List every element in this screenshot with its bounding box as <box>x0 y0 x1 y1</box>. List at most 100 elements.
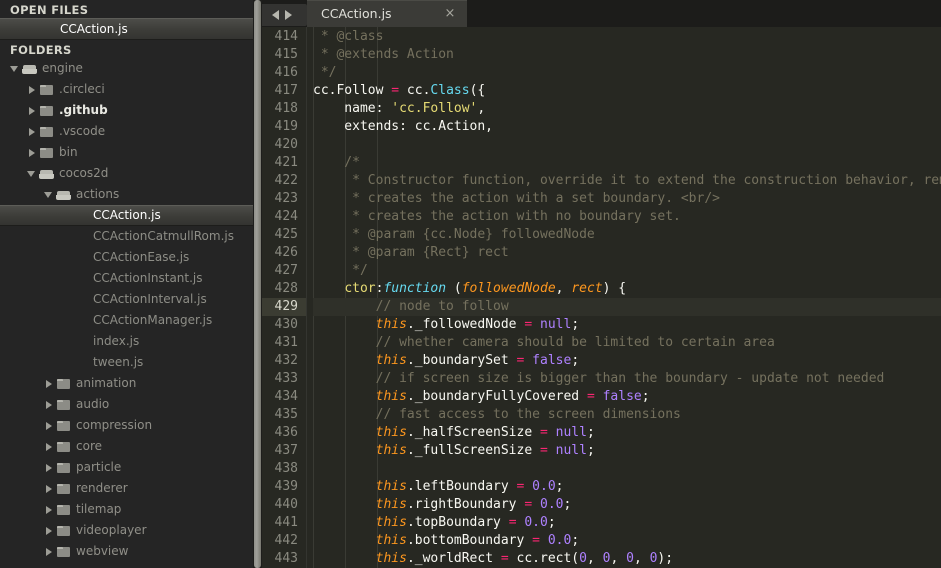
tree-file-item[interactable]: CCActionEase.js <box>0 247 253 268</box>
code-line[interactable]: this.bottomBoundary = 0.0; <box>313 532 941 550</box>
code-line[interactable]: this.topBoundary = 0.0; <box>313 514 941 532</box>
tree-folder-item[interactable]: engine <box>0 58 253 79</box>
tree-folder-item[interactable]: actions <box>0 184 253 205</box>
tree-folder-item[interactable]: .vscode <box>0 121 253 142</box>
code-line[interactable]: */ <box>313 262 941 280</box>
code-line[interactable]: this.leftBoundary = 0.0; <box>313 478 941 496</box>
tree-file-item[interactable]: CCActionInterval.js <box>0 289 253 310</box>
code-line[interactable]: // fast access to the screen dimensions <box>313 406 941 424</box>
code-line[interactable]: * creates the action with a set boundary… <box>313 190 941 208</box>
code-line[interactable]: name: 'cc.Follow', <box>313 100 941 118</box>
tree-folder-item[interactable]: cocos2d <box>0 163 253 184</box>
code-token: ({ <box>470 83 486 98</box>
folder-open-icon <box>21 63 39 75</box>
tree-indent-spacer <box>61 273 72 284</box>
chevron-right-icon[interactable] <box>44 525 55 536</box>
code-line[interactable]: this._followedNode = null; <box>313 316 941 334</box>
code-line[interactable]: * creates the action with no boundary se… <box>313 208 941 226</box>
chevron-right-icon[interactable] <box>44 462 55 473</box>
code-line[interactable]: * @class <box>313 28 941 46</box>
tree-folder-item[interactable]: core <box>0 436 253 457</box>
chevron-down-icon[interactable] <box>27 168 38 179</box>
tree-folder-item[interactable]: .github <box>0 100 253 121</box>
file-icon <box>72 315 90 327</box>
code-line[interactable]: /* <box>313 154 941 172</box>
code-line[interactable]: * @param {Rect} rect <box>313 244 941 262</box>
folder-open-icon <box>38 168 56 180</box>
tree-folder-item[interactable]: particle <box>0 457 253 478</box>
code-line[interactable]: * @extends Action <box>313 46 941 64</box>
code-line[interactable]: */ <box>313 64 941 82</box>
code-line[interactable]: extends: cc.Action, <box>313 118 941 136</box>
code-line[interactable]: this._halfScreenSize = null; <box>313 424 941 442</box>
tree-folder-item[interactable]: renderer <box>0 478 253 499</box>
code-line[interactable]: this.rightBoundary = 0.0; <box>313 496 941 514</box>
arrow-right-icon[interactable] <box>285 10 292 20</box>
code-line[interactable]: // node to follow <box>313 298 941 316</box>
code-line[interactable]: * Constructor function, override it to e… <box>313 172 941 190</box>
code-content[interactable]: * @class * @extends Action */cc.Follow =… <box>307 27 941 568</box>
chevron-right-icon[interactable] <box>44 420 55 431</box>
tree-file-item[interactable]: CCActionManager.js <box>0 310 253 331</box>
pane-splitter-scrollbar[interactable] <box>253 0 262 568</box>
chevron-right-icon[interactable] <box>44 546 55 557</box>
tree-indent-spacer <box>61 231 72 242</box>
code-line[interactable]: this._boundaryFullyCovered = false; <box>313 388 941 406</box>
code-token: .leftBoundary <box>407 479 517 494</box>
code-token: * creates the action with no boundary se… <box>313 209 681 224</box>
code-area[interactable]: 4144154164174184194204214224234244254264… <box>253 27 941 568</box>
editor-tab[interactable]: CCAction.js× <box>307 0 467 27</box>
code-line[interactable] <box>313 460 941 478</box>
code-token <box>313 515 376 530</box>
tree-folder-item[interactable]: webview <box>0 541 253 562</box>
tree-folder-item[interactable]: compression <box>0 415 253 436</box>
chevron-right-icon[interactable] <box>27 84 38 95</box>
tree-item-label: CCActionInstant.js <box>90 268 203 289</box>
chevron-down-icon[interactable] <box>44 189 55 200</box>
tab-nav-buttons[interactable] <box>257 4 307 26</box>
open-file-item[interactable]: CCAction.js <box>0 18 253 40</box>
tree-folder-item[interactable]: .circleci <box>0 79 253 100</box>
code-line[interactable]: // whether camera should be limited to c… <box>313 334 941 352</box>
tree-folder-item[interactable]: tilemap <box>0 499 253 520</box>
chevron-right-icon[interactable] <box>44 504 55 515</box>
code-token: cc. <box>399 83 430 98</box>
chevron-right-icon[interactable] <box>27 147 38 158</box>
tabs-container: CCAction.js× <box>307 0 467 27</box>
tree-file-item[interactable]: index.js <box>0 331 253 352</box>
chevron-right-icon[interactable] <box>27 126 38 137</box>
arrow-left-icon[interactable] <box>272 10 279 20</box>
code-token: 0 <box>579 551 587 566</box>
tree-folder-item[interactable]: videoplayer <box>0 520 253 541</box>
chevron-right-icon[interactable] <box>27 105 38 116</box>
code-line[interactable]: ctor:function (followedNode, rect) { <box>313 280 941 298</box>
tree-folder-item[interactable]: audio <box>0 394 253 415</box>
folder-closed-icon <box>38 147 56 159</box>
tree-folder-item[interactable]: bin <box>0 142 253 163</box>
chevron-right-icon[interactable] <box>44 441 55 452</box>
chevron-right-icon[interactable] <box>44 399 55 410</box>
code-line[interactable]: cc.Follow = cc.Class({ <box>313 82 941 100</box>
chevron-right-icon[interactable] <box>44 483 55 494</box>
code-line[interactable]: this._fullScreenSize = null; <box>313 442 941 460</box>
tree-folder-item[interactable]: animation <box>0 373 253 394</box>
chevron-down-icon[interactable] <box>10 63 21 74</box>
sidebar: OPEN FILES CCAction.js FOLDERS engine.ci… <box>0 0 253 568</box>
tree-item-label: CCAction.js <box>90 205 161 226</box>
code-line[interactable]: * @param {cc.Node} followedNode <box>313 226 941 244</box>
tree-file-item[interactable]: CCActionInstant.js <box>0 268 253 289</box>
code-line[interactable] <box>313 136 941 154</box>
splitter-thumb[interactable] <box>254 0 261 568</box>
close-icon[interactable]: × <box>443 7 457 20</box>
code-line[interactable]: // if screen size is bigger than the bou… <box>313 370 941 388</box>
code-line[interactable]: this._worldRect = cc.rect(0, 0, 0, 0); <box>313 550 941 568</box>
tree-file-item[interactable]: CCActionCatmullRom.js <box>0 226 253 247</box>
tree-file-item[interactable]: tween.js <box>0 352 253 373</box>
code-line[interactable]: this._boundarySet = false; <box>313 352 941 370</box>
tree-item-label: .vscode <box>56 121 105 142</box>
folder-closed-icon <box>55 441 73 453</box>
chevron-right-icon[interactable] <box>44 378 55 389</box>
code-token <box>540 533 548 548</box>
code-token: this <box>376 425 407 440</box>
tree-file-item[interactable]: CCAction.js <box>0 205 253 226</box>
